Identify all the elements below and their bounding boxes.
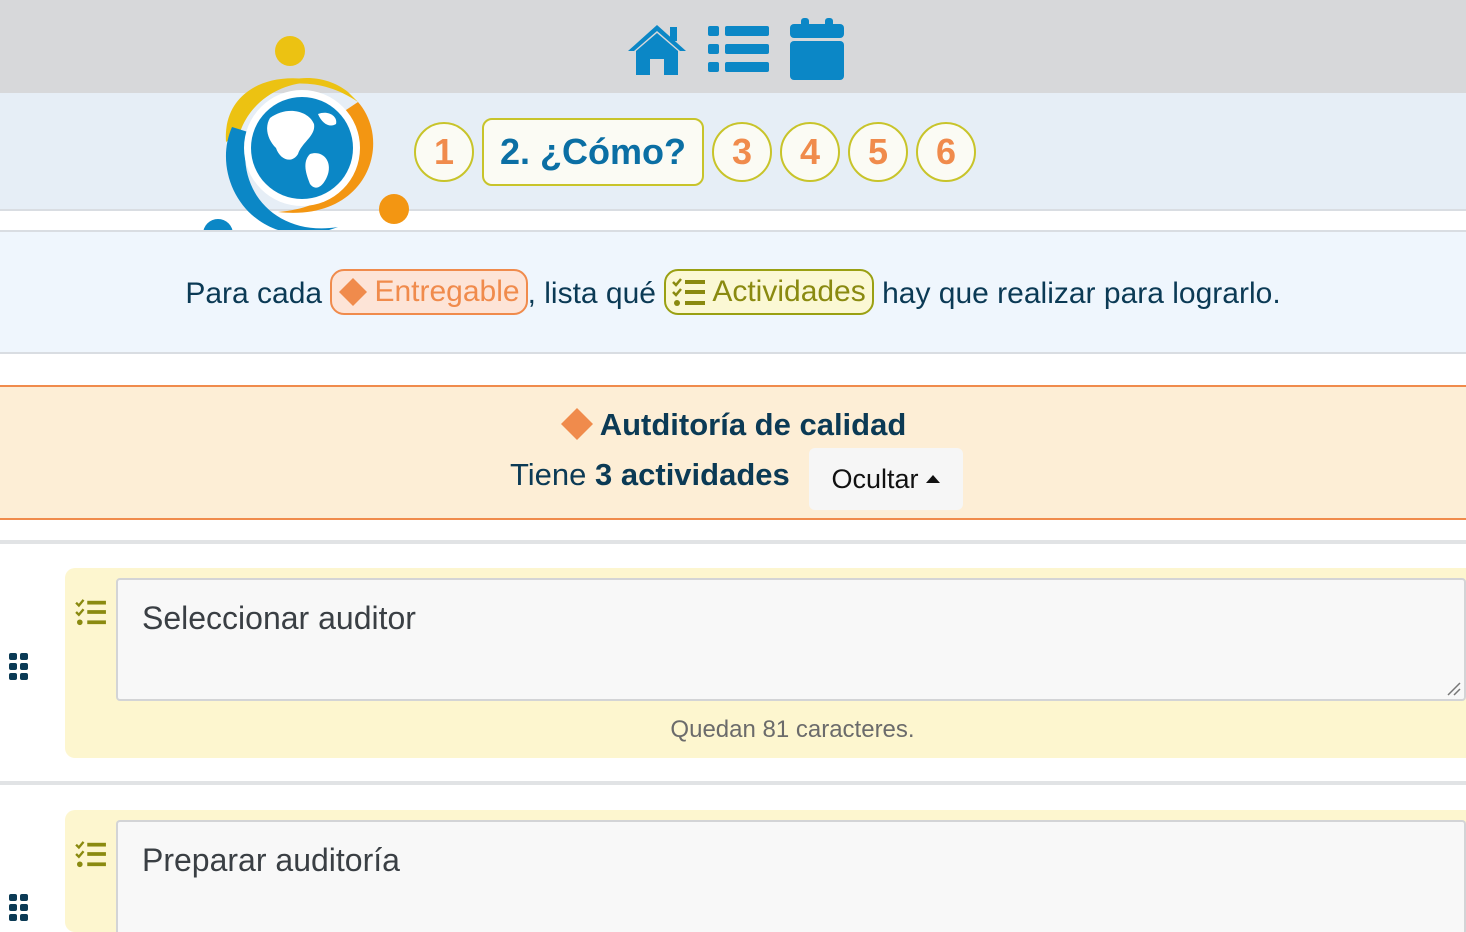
activity-count: Tiene 3 actividades	[510, 457, 790, 493]
step-3-button[interactable]: 3	[712, 122, 772, 182]
activity-card: Seleccionar auditor Quedan 81 caracteres…	[65, 568, 1466, 758]
diamond-icon	[339, 278, 368, 306]
list-icon[interactable]	[708, 22, 770, 76]
nav-icons	[626, 18, 844, 80]
activity-text-field[interactable]: Seleccionar auditor	[116, 578, 1466, 701]
divider	[0, 781, 1466, 785]
instruction-prefix: Para cada	[185, 276, 323, 310]
divider	[0, 540, 1466, 544]
step-list: 1 2. ¿Cómo? 3 4 5 6	[414, 118, 984, 186]
checklist-icon	[75, 599, 106, 626]
deliverable-title-text: Autditoría de calidad	[599, 407, 907, 442]
activity-count-value: 3 actividades	[595, 457, 790, 492]
activities-tag: Actividades	[664, 269, 874, 315]
step-2-button-current[interactable]: 2. ¿Cómo?	[482, 118, 704, 186]
activity-text-field[interactable]: Preparar auditoría	[116, 820, 1466, 932]
instruction-panel: Para cada Entregable , lista qué Activid…	[0, 230, 1466, 354]
instruction-suffix: hay que realizar para lograrlo.	[882, 276, 1281, 310]
globe-people-logo	[203, 36, 409, 249]
checklist-icon	[75, 841, 106, 868]
deliverable-title: Autditoría de calidad	[0, 407, 1466, 444]
step-4-button[interactable]: 4	[780, 122, 840, 182]
hide-button-label: Ocultar	[831, 463, 919, 494]
deliverable-tag: Entregable	[330, 269, 528, 315]
home-icon[interactable]	[626, 21, 688, 77]
activity-text: Preparar auditoría	[142, 842, 400, 878]
activity-text: Seleccionar auditor	[142, 600, 416, 636]
drag-handle-icon[interactable]	[8, 893, 30, 923]
activities-tag-label: Actividades	[712, 275, 866, 308]
step-1-button[interactable]: 1	[414, 122, 474, 182]
resize-handle-icon[interactable]	[1446, 681, 1462, 697]
instruction-middle: , lista qué	[527, 276, 656, 310]
activity-count-prefix: Tiene	[510, 457, 587, 492]
step-6-button[interactable]: 6	[916, 122, 976, 182]
activity-card: Preparar auditoría	[65, 810, 1466, 932]
step-5-button[interactable]: 5	[848, 122, 908, 182]
diamond-icon	[560, 407, 593, 440]
character-counter: Quedan 81 caracteres.	[670, 716, 915, 743]
caret-up-icon	[925, 475, 940, 483]
instruction-text: Para cada Entregable , lista qué Activid…	[0, 269, 1466, 318]
deliverable-header: Autditoría de calidad Tiene 3 actividade…	[0, 385, 1466, 520]
calendar-icon[interactable]	[790, 18, 844, 80]
hide-activities-button[interactable]: Ocultar	[809, 448, 963, 510]
checklist-icon	[672, 278, 706, 306]
deliverable-tag-label: Entregable	[374, 275, 520, 308]
drag-handle-icon[interactable]	[8, 652, 30, 682]
